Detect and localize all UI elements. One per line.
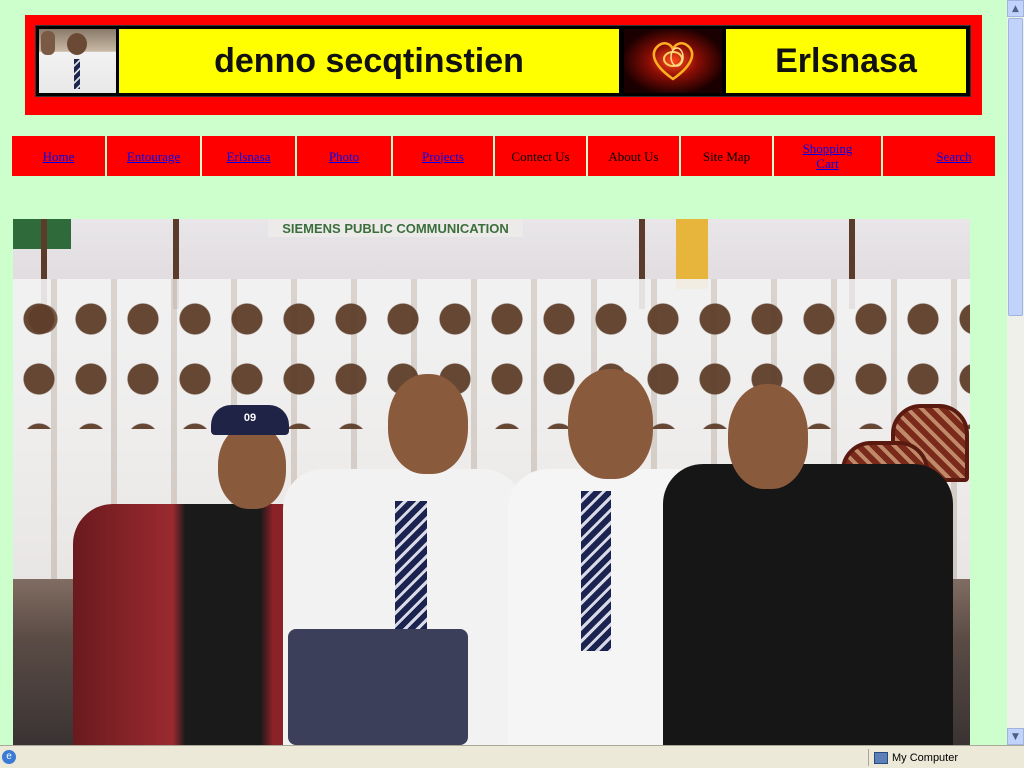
scrollbar-thumb[interactable] [1008, 18, 1023, 316]
nav-about-us[interactable]: About Us [588, 136, 679, 176]
zone-label: My Computer [892, 751, 959, 764]
nav-search[interactable]: Search [883, 136, 995, 176]
person-tie [581, 491, 611, 651]
scroll-up-icon[interactable]: ▲ [1007, 0, 1024, 17]
nav-erlsnasa[interactable]: Erlsnasa [202, 136, 295, 176]
heart-icon [652, 42, 694, 81]
security-zone: My Computer [874, 748, 958, 767]
site-title: denno secqtinstien [119, 29, 619, 93]
page-status-icon: e [2, 750, 16, 764]
banner-photo-bg-person [41, 31, 55, 55]
nav-photo[interactable]: Photo [297, 136, 391, 176]
person-bag [288, 629, 468, 745]
main-nav: Home Entourage Erlsnasa Photo Projects C… [12, 136, 995, 176]
status-separator [868, 749, 869, 766]
banner-photo-head [67, 33, 87, 55]
computer-icon [874, 751, 888, 764]
person-face [218, 424, 286, 509]
nav-contact-us[interactable]: Contect Us [495, 136, 586, 176]
photo-banner-sign: SIEMENS PUBLIC COMMUNICATION [268, 219, 523, 237]
nav-home[interactable]: Home [12, 136, 105, 176]
nav-entourage[interactable]: Entourage [107, 136, 200, 176]
person-face [568, 369, 653, 479]
group-photo: SIEMENS PUBLIC COMMUNICATION 09 [13, 219, 970, 745]
photo-crowd-heads [13, 289, 970, 429]
banner-photo [39, 29, 116, 93]
baseball-cap: 09 [211, 405, 289, 435]
status-bar: e My Computer [0, 745, 1024, 768]
header-banner: denno secqtinstien Erlsnasa [25, 15, 982, 115]
person-face [728, 384, 808, 489]
person-face [388, 374, 468, 474]
banner-inner: denno secqtinstien Erlsnasa [35, 25, 971, 97]
vertical-scrollbar[interactable]: ▲ ▼ [1007, 0, 1024, 745]
nav-shopping-cart[interactable]: Shopping Cart [774, 136, 881, 176]
nav-projects[interactable]: Projects [393, 136, 493, 176]
site-subtitle: Erlsnasa [726, 29, 966, 93]
nav-site-map[interactable]: Site Map [681, 136, 772, 176]
heart-logo [624, 29, 722, 93]
scroll-down-icon[interactable]: ▼ [1007, 728, 1024, 745]
person-body [663, 464, 953, 745]
banner-photo-tie [74, 59, 80, 89]
